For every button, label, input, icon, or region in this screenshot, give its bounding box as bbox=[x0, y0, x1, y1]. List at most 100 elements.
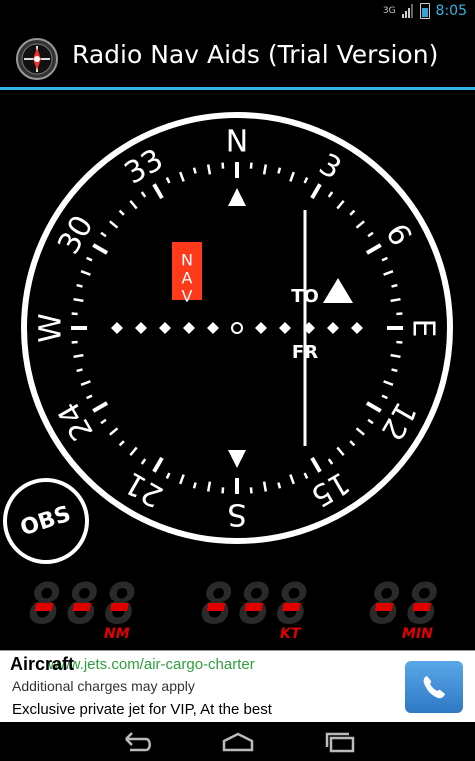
deviation-dot bbox=[279, 322, 291, 334]
dial-tick bbox=[355, 220, 365, 229]
dial-tick bbox=[355, 427, 365, 436]
readouts: 888 --- NM 888 --- KT 88 -- MIN bbox=[0, 570, 475, 650]
status-bar: 3G 8:05 bbox=[0, 0, 475, 24]
dial-tick bbox=[383, 270, 394, 276]
deviation-dot bbox=[159, 322, 171, 334]
lubber-bottom-marker bbox=[228, 450, 246, 468]
dial-tick bbox=[179, 474, 185, 485]
dial-tick bbox=[86, 256, 93, 262]
phone-icon bbox=[423, 676, 445, 699]
dial-tick bbox=[92, 401, 109, 413]
dial-tick bbox=[86, 394, 93, 400]
clock: 8:05 bbox=[435, 3, 467, 19]
home-icon[interactable] bbox=[218, 730, 258, 754]
dial-tick bbox=[381, 394, 388, 400]
bearing-6-label: 6 bbox=[378, 218, 418, 252]
ad-banner[interactable]: www.jets.com/air-cargo-charter Aircraft … bbox=[0, 650, 475, 723]
bearing-21-label: 21 bbox=[119, 464, 170, 513]
deviation-dot bbox=[111, 322, 123, 334]
ad-description: Exclusive private jet for VIP, At the be… bbox=[12, 701, 272, 718]
dial-tick bbox=[76, 368, 83, 373]
dial-tick bbox=[76, 283, 83, 288]
dial-tick bbox=[179, 171, 185, 182]
dial-tick bbox=[73, 297, 84, 303]
dial-tick bbox=[349, 440, 356, 447]
signal-icon bbox=[401, 4, 413, 18]
to-label: TO bbox=[291, 286, 319, 307]
dial-tick bbox=[277, 167, 282, 174]
dial-tick bbox=[221, 162, 225, 169]
deviation-dot bbox=[255, 322, 267, 334]
ad-url[interactable]: www.jets.com/air-cargo-charter bbox=[48, 656, 255, 673]
dial-tick bbox=[365, 243, 382, 255]
dial-tick bbox=[327, 191, 334, 198]
obs-button-label: OBS bbox=[17, 501, 75, 541]
dial-tick bbox=[249, 487, 253, 494]
south-label: S bbox=[227, 497, 246, 532]
dial-tick bbox=[365, 401, 382, 413]
dial-tick bbox=[391, 368, 398, 373]
dial-tick bbox=[80, 380, 91, 386]
lubber-top-marker bbox=[228, 188, 246, 206]
dial-tick bbox=[390, 297, 401, 303]
navigation-bar bbox=[0, 722, 475, 761]
dial-tick bbox=[129, 446, 138, 456]
deviation-dot bbox=[207, 322, 219, 334]
ad-note: Additional charges may apply bbox=[12, 678, 195, 694]
dial-tick bbox=[118, 440, 125, 447]
dial-tick bbox=[71, 340, 78, 344]
to-from-arrow bbox=[323, 278, 353, 303]
dial-tick bbox=[289, 171, 295, 182]
dial-tick bbox=[262, 481, 268, 492]
dial-tick bbox=[109, 427, 119, 436]
time-readout: 88 -- MIN bbox=[368, 570, 443, 642]
dial-tick bbox=[92, 243, 109, 255]
dial-tick bbox=[336, 200, 345, 210]
back-icon[interactable] bbox=[116, 730, 156, 754]
obs-button[interactable]: OBS bbox=[3, 478, 89, 564]
west-label: W bbox=[34, 313, 69, 343]
battery-icon bbox=[419, 3, 430, 19]
dial-tick bbox=[396, 340, 403, 344]
dial-tick bbox=[310, 183, 322, 200]
bearing-24-label: 24 bbox=[51, 396, 100, 447]
dial-tick bbox=[165, 472, 171, 479]
dial-tick bbox=[192, 167, 197, 174]
dial-tick bbox=[391, 283, 398, 288]
ad-headline[interactable]: Aircraft bbox=[10, 654, 74, 675]
speed-unit: KT bbox=[280, 626, 301, 642]
dial-tick bbox=[277, 482, 282, 489]
deviation-dot bbox=[135, 322, 147, 334]
network-type: 3G bbox=[382, 6, 396, 16]
dial-tick bbox=[140, 191, 147, 198]
bearing-15-label: 15 bbox=[305, 464, 356, 513]
dial-tick bbox=[206, 481, 212, 492]
bezel-ring bbox=[21, 112, 453, 544]
deviation-dot bbox=[351, 322, 363, 334]
compass-instrument-icon[interactable] bbox=[16, 38, 58, 80]
dial-tick bbox=[100, 231, 107, 238]
recents-icon[interactable] bbox=[320, 730, 360, 754]
time-unit: MIN bbox=[402, 626, 433, 642]
dial-tick bbox=[303, 472, 309, 479]
dial-tick bbox=[381, 256, 388, 262]
deviation-center-ring bbox=[231, 322, 243, 334]
nav-flag-letter: A bbox=[182, 269, 193, 288]
dial-tick bbox=[367, 418, 374, 425]
dial-tick bbox=[109, 220, 119, 229]
east-label: E bbox=[406, 319, 441, 338]
dial-tick bbox=[310, 456, 322, 473]
dial-tick bbox=[71, 312, 78, 316]
status-icons: 3G 8:05 bbox=[383, 3, 467, 19]
north-label: N bbox=[226, 125, 248, 160]
dial-tick bbox=[140, 458, 147, 465]
action-bar: Radio Nav Aids (Trial Version) bbox=[0, 24, 475, 90]
dial-tick bbox=[262, 164, 268, 175]
dial-tick bbox=[118, 209, 125, 216]
bearing-30-label: 30 bbox=[51, 210, 100, 261]
distance-unit: NM bbox=[104, 626, 130, 642]
speed-readout: 888 --- KT bbox=[200, 570, 313, 642]
ad-call-button[interactable] bbox=[405, 661, 463, 713]
dial-tick bbox=[80, 270, 91, 276]
dial-tick bbox=[129, 200, 138, 210]
